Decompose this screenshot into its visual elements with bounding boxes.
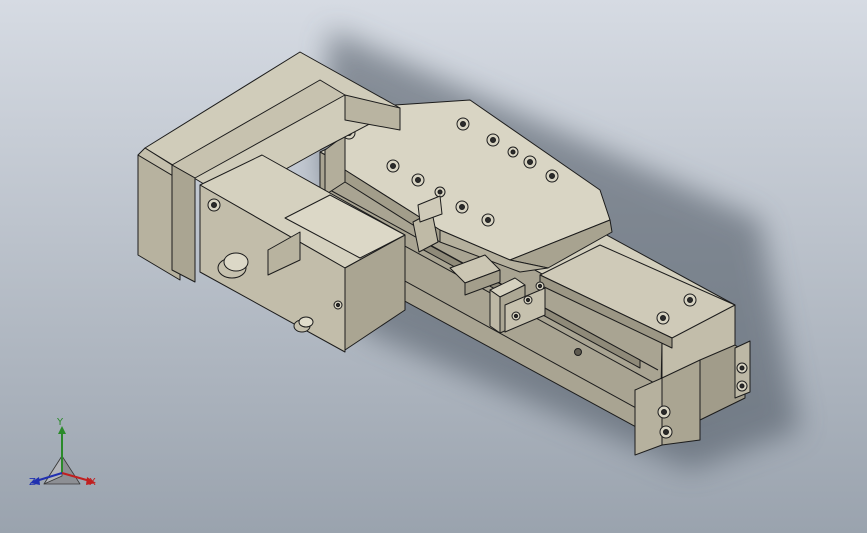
carriage-screw-12 <box>481 213 495 227</box>
carriage-screw-11 <box>455 200 469 214</box>
carriage-screw-7 <box>545 169 559 183</box>
carriage-screw-9 <box>411 173 425 187</box>
coordinate-triad[interactable]: Y X Z <box>22 418 112 498</box>
actuator-3d-model[interactable] <box>0 0 867 533</box>
carriage-screw-3 <box>456 117 470 131</box>
carriage-screw-5 <box>507 146 519 158</box>
end-block-screw-1 <box>683 293 697 307</box>
gear-box-screw-1 <box>207 198 221 212</box>
rail-hole <box>574 348 582 356</box>
carriage-screw-8 <box>386 159 400 173</box>
end-block-screw-2 <box>656 311 670 325</box>
y-axis-label: Y <box>57 417 64 428</box>
carriage-screw-6 <box>523 155 537 169</box>
x-axis-label: X <box>89 477 96 488</box>
end-cap-screw-2 <box>659 425 673 439</box>
gear-box-screw-2 <box>333 300 343 310</box>
limit-switch-screw-1 <box>523 295 533 305</box>
cad-3d-viewport[interactable]: Y X Z <box>0 0 867 533</box>
carriage-screw-10 <box>434 186 446 198</box>
limit-switch-screw-3 <box>535 281 545 291</box>
limit-switch-screw-2 <box>511 311 521 321</box>
z-axis-label: Z <box>29 477 36 488</box>
carriage-screw-4 <box>486 133 500 147</box>
end-cap-screw-4 <box>736 380 748 392</box>
end-cap-screw-1 <box>657 405 671 419</box>
end-cap-screw-3 <box>736 362 748 374</box>
